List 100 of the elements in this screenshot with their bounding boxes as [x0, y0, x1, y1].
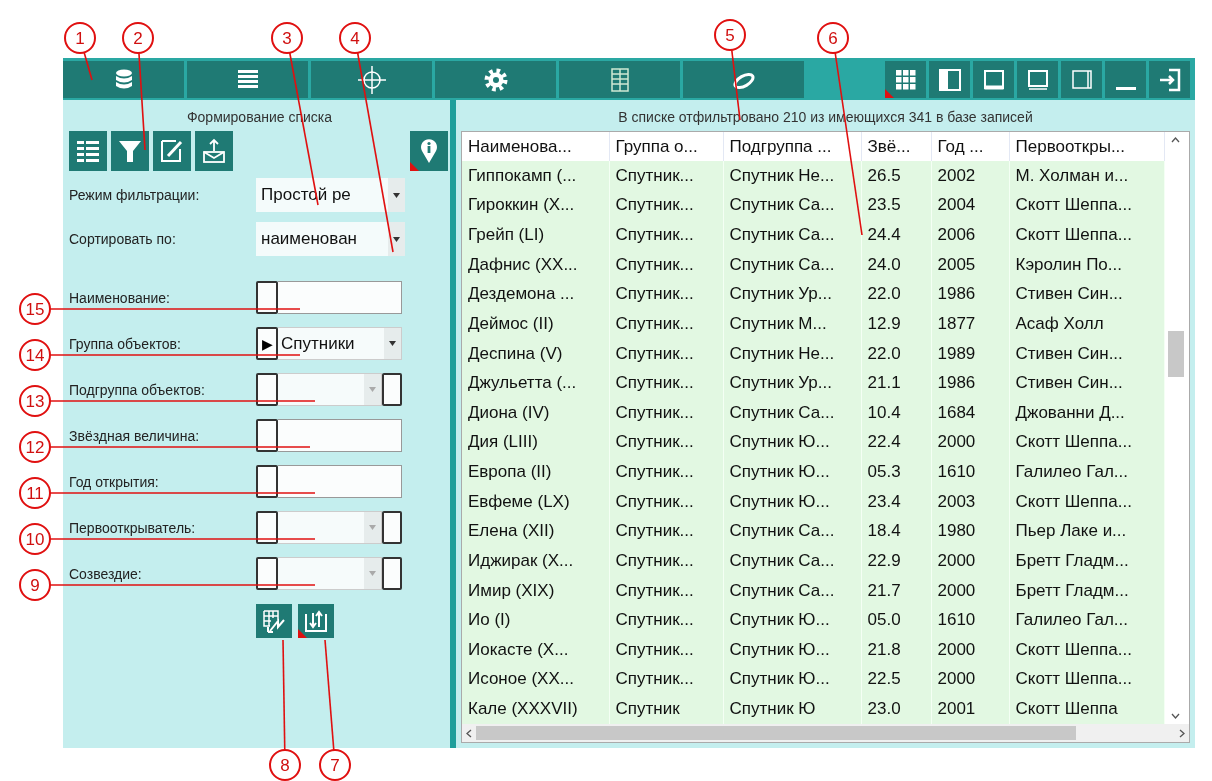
table-cell: Пьер Лаке и... — [1009, 516, 1164, 547]
window-button[interactable] — [929, 61, 973, 98]
callout-badge: 4 — [339, 22, 371, 54]
table-cell: Дафнис (XX... — [462, 249, 609, 280]
dropdown[interactable]: наименован — [256, 222, 405, 256]
column-header[interactable]: Группа о... — [609, 132, 723, 161]
toolbar-tab[interactable] — [63, 61, 187, 98]
column-header[interactable]: Подгруппа ... — [723, 132, 861, 161]
toggle-box[interactable] — [382, 557, 402, 590]
window-button[interactable] — [885, 61, 929, 98]
table-cell: Спутник Ю... — [723, 427, 861, 458]
input-field[interactable] — [278, 419, 402, 452]
sort-button[interactable] — [298, 604, 334, 638]
table-cell: 1989 — [931, 338, 1009, 369]
filter-button[interactable] — [111, 131, 149, 171]
callout-badge: 1 — [64, 22, 96, 54]
dropdown[interactable] — [278, 557, 382, 590]
table-cell: Спутник Ур... — [723, 368, 861, 398]
corner-mark-icon — [885, 89, 894, 98]
column-header[interactable]: Год ... — [931, 132, 1009, 161]
table-cell: 1610 — [931, 457, 1009, 487]
toggle-box[interactable] — [256, 465, 278, 498]
info-button[interactable] — [410, 131, 448, 171]
toggle-box[interactable] — [256, 511, 278, 544]
table-cell: 22.0 — [861, 338, 931, 369]
window-button[interactable] — [1017, 61, 1061, 98]
dropdown[interactable]: Спутники — [278, 327, 402, 360]
table-cell: Скотт Шеппа... — [1009, 190, 1164, 221]
table-cell: Европа (II) — [462, 457, 609, 487]
table-cell: Спутник Не... — [723, 338, 861, 369]
toggle-box[interactable] — [382, 511, 402, 544]
table-cell: Джульетта (... — [462, 368, 609, 398]
list-button[interactable] — [69, 131, 107, 171]
input-field[interactable] — [278, 281, 402, 314]
clear-filter-button[interactable] — [256, 604, 292, 638]
dropdown-arrow-icon — [393, 192, 400, 198]
table-cell: Спутник... — [609, 605, 723, 635]
field-label: Режим фильтрации: — [69, 187, 200, 203]
table-cell: 1877 — [931, 309, 1009, 339]
toggle-box[interactable]: ▶ — [256, 327, 278, 360]
toggle-box[interactable] — [256, 557, 278, 590]
input-field[interactable] — [278, 465, 402, 498]
callout-badge: 3 — [271, 22, 303, 54]
table-cell: Спутник Са... — [723, 190, 861, 221]
toolbar-tab[interactable] — [683, 61, 807, 98]
toolbar-tab[interactable] — [435, 61, 559, 98]
column-header[interactable]: Наименова... — [462, 132, 609, 161]
table-cell: Спутник... — [609, 427, 723, 458]
table-cell: Спутник Ю... — [723, 486, 861, 517]
dropdown-arrow-icon — [369, 525, 376, 530]
table-cell: 23.0 — [861, 694, 931, 724]
scroll-thumb[interactable] — [1167, 331, 1184, 377]
table-cell: Спутник... — [609, 161, 723, 191]
table-cell: Спутник... — [609, 398, 723, 428]
field-label: Группа объектов: — [69, 335, 181, 352]
toolbar-tab[interactable] — [559, 61, 683, 98]
toolbar-tab[interactable] — [187, 61, 311, 98]
scroll-up-icon — [1171, 137, 1180, 143]
field-label: Наименование: — [69, 289, 170, 306]
dropdown[interactable] — [278, 511, 382, 544]
toggle-box[interactable] — [256, 281, 278, 314]
toggle-box[interactable] — [256, 373, 278, 406]
column-header[interactable]: Первооткры... — [1009, 132, 1164, 161]
export-button[interactable] — [195, 131, 233, 171]
window-button[interactable] — [1061, 61, 1105, 98]
table-cell: Кэролин По... — [1009, 249, 1164, 280]
table-cell: 2000 — [931, 575, 1009, 606]
table-cell: Скотт Шеппа... — [1009, 486, 1164, 517]
callout-badge: 9 — [19, 569, 51, 601]
table-cell: 2002 — [931, 161, 1009, 191]
sort-arrows-icon — [303, 608, 329, 634]
table-cell: Скотт Шеппа... — [1009, 635, 1164, 665]
table-cell: 24.0 — [861, 249, 931, 280]
table-cell: 2004 — [931, 190, 1009, 221]
table-cell: 05.3 — [861, 457, 931, 487]
table-cell: Гироккин (Х... — [462, 190, 609, 221]
table-cell: 1986 — [931, 279, 1009, 310]
callout-badge: 15 — [19, 293, 51, 325]
table-cell: Гиппокамп (... — [462, 161, 609, 191]
window-button[interactable] — [1105, 61, 1149, 98]
horizontal-scrollbar[interactable] — [462, 724, 1189, 742]
table-cell: 2000 — [931, 664, 1009, 695]
table-cell: Деспина (V) — [462, 338, 609, 369]
window-button[interactable] — [1149, 61, 1193, 98]
toggle-box[interactable] — [382, 373, 402, 406]
dropdown[interactable] — [278, 373, 382, 406]
callout-badge: 12 — [19, 431, 51, 463]
table-cell: Галилео Гал... — [1009, 457, 1164, 487]
table-cell: 18.4 — [861, 516, 931, 547]
toolbar-tab[interactable] — [311, 61, 435, 98]
window-button[interactable] — [973, 61, 1017, 98]
scroll-thumb[interactable] — [476, 726, 1076, 740]
table-cell: Спутник Ю... — [723, 664, 861, 695]
table-cell: Спутник Са... — [723, 398, 861, 428]
table-cell: 05.0 — [861, 605, 931, 635]
table-cell: Спутник М... — [723, 309, 861, 339]
column-header[interactable]: Звё... — [861, 132, 931, 161]
toggle-box[interactable] — [256, 419, 278, 452]
table-cell: 22.9 — [861, 546, 931, 576]
edit-button[interactable] — [153, 131, 191, 171]
